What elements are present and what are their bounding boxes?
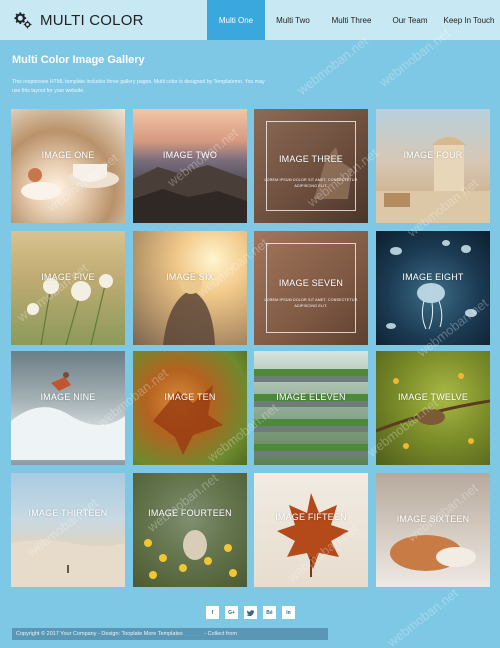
copyright-bar: Copyright © 2017 Your Company - Design: … <box>12 628 328 640</box>
nav-item-multi-two[interactable]: Multi Two <box>265 0 321 40</box>
coast-rocks-image <box>133 165 247 223</box>
green-building-image <box>254 369 368 457</box>
maple-leaf-image <box>277 493 349 577</box>
tile-frame <box>266 121 356 211</box>
jellyfish-image <box>386 240 477 330</box>
tile-caption: IMAGE SEVEN <box>278 278 344 288</box>
gallery-tile[interactable]: IMAGE EIGHT <box>376 231 490 345</box>
nav-item-our-team[interactable]: Our Team <box>382 0 438 40</box>
gallery-tile[interactable]: IMAGE FOURTEEN <box>133 473 247 587</box>
tile-description: LOREM IPSUM DOLOR SIT AMET, CONSECTETUR … <box>264 178 358 188</box>
brand-name: MULTI COLOR <box>40 11 144 29</box>
gallery-tile[interactable]: IMAGE SIXTEEN <box>376 473 490 587</box>
social-links: f G+ Bė in <box>206 606 301 619</box>
fox-image <box>390 535 476 571</box>
beach-image <box>11 540 125 587</box>
tile-caption: IMAGE SIXTEEN <box>396 514 470 524</box>
linkedin-icon[interactable]: in <box>282 606 295 619</box>
bird-branch-image <box>376 373 490 449</box>
gallery-tile[interactable]: IMAGE FOUR <box>376 109 490 223</box>
gallery-tile[interactable]: IMAGE FIVE <box>11 231 125 345</box>
tile-caption: IMAGE ONE <box>41 150 95 160</box>
gallery-tile[interactable]: IMAGE SIX <box>133 231 247 345</box>
tile-caption: IMAGE TWELVE <box>397 392 469 402</box>
behance-icon[interactable]: Bė <box>263 606 276 619</box>
nav-item-keep-in-touch[interactable]: Keep In Touch <box>438 0 500 40</box>
gallery-tile[interactable]: IMAGE TWELVE <box>376 351 490 465</box>
tile-caption: IMAGE FOURTEEN <box>148 508 232 518</box>
gallery-tile[interactable]: IMAGE NINE <box>11 351 125 465</box>
google-plus-icon[interactable]: G+ <box>225 606 238 619</box>
tile-caption: IMAGE EIGHT <box>402 272 464 282</box>
tile-caption: IMAGE SIX <box>166 272 214 282</box>
yellow-flowers-image <box>144 530 237 579</box>
nav-item-multi-three[interactable]: Multi Three <box>321 0 382 40</box>
brand[interactable]: MULTI COLOR <box>0 0 207 40</box>
gallery-tile[interactable]: IMAGE TEN <box>133 351 247 465</box>
tile-caption: IMAGE ELEVEN <box>276 392 346 402</box>
gallery-tile[interactable]: IMAGE FIFTEEN <box>254 473 368 587</box>
gallery-tile[interactable]: IMAGE SEVEN LOREM IPSUM DOLOR SIT AMET, … <box>254 231 368 345</box>
tile-caption: IMAGE NINE <box>40 392 96 402</box>
templates-link[interactable]: ______ <box>184 631 204 637</box>
tile-caption: IMAGE THIRTEEN <box>28 508 108 518</box>
intro-text: This responsive HTML template includes t… <box>12 79 265 94</box>
wildflowers-image <box>27 274 113 345</box>
twitter-icon[interactable] <box>244 606 257 619</box>
gallery-tile[interactable]: IMAGE ELEVEN <box>254 351 368 465</box>
tile-description: LOREM IPSUM DOLOR SIT AMET, CONSECTETUR … <box>264 298 358 308</box>
windmill-image <box>376 137 490 223</box>
site-header: MULTI COLOR Multi One Multi Two Multi Th… <box>0 0 500 40</box>
tile-caption: IMAGE TWO <box>162 150 218 160</box>
teacup-image <box>21 164 119 200</box>
collect-text: - Collect from <box>204 631 237 637</box>
main-nav: Multi One Multi Two Multi Three Our Team… <box>207 0 500 40</box>
gallery-tile[interactable]: IMAGE THREE LOREM IPSUM DOLOR SIT AMET, … <box>254 109 368 223</box>
watermark: webmoban.net <box>384 585 461 648</box>
twitter-bird-icon <box>247 609 254 616</box>
tile-caption: IMAGE FIVE <box>41 272 95 282</box>
gears-icon <box>14 12 32 29</box>
tile-caption: IMAGE FIFTEEN <box>275 512 347 522</box>
girl-sunset-image <box>163 272 215 345</box>
tile-caption: IMAGE FOUR <box>403 150 463 160</box>
copyright-text: Copyright © 2017 Your Company - Design: … <box>16 631 183 637</box>
page-title: Multi Color Image Gallery <box>12 54 145 66</box>
facebook-icon[interactable]: f <box>206 606 219 619</box>
tile-caption: IMAGE THREE <box>278 154 344 164</box>
nav-item-multi-one[interactable]: Multi One <box>207 0 265 40</box>
gallery-tile[interactable]: IMAGE ONE <box>11 109 125 223</box>
tile-caption: IMAGE TEN <box>164 392 216 402</box>
autumn-leaf-image <box>153 385 223 455</box>
gallery-tile[interactable]: IMAGE TWO <box>133 109 247 223</box>
gallery-tile[interactable]: IMAGE THIRTEEN <box>11 473 125 587</box>
watermark: webmoban.net <box>294 33 371 98</box>
surfer-image <box>11 372 125 460</box>
